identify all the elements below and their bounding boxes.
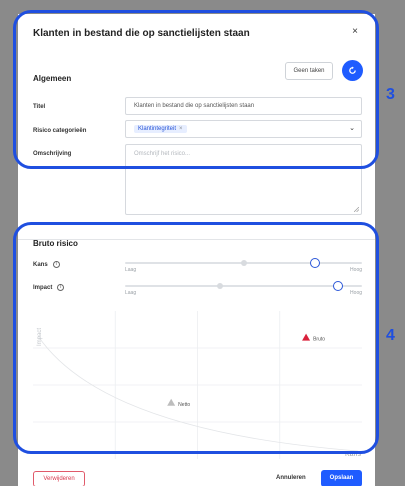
callout-number-3: 3 xyxy=(386,86,395,103)
highlight-box-gross-risk xyxy=(13,222,379,454)
highlight-box-general xyxy=(13,10,379,169)
callout-number-4: 4 xyxy=(386,327,395,344)
screen: Klanten in bestand die op sanctielijsten… xyxy=(0,0,405,486)
cancel-button[interactable]: Annuleren xyxy=(276,475,306,481)
delete-button[interactable]: Verwijderen xyxy=(33,471,85,486)
save-button[interactable]: Opslaan xyxy=(321,470,362,486)
resize-handle-icon[interactable] xyxy=(354,207,359,212)
